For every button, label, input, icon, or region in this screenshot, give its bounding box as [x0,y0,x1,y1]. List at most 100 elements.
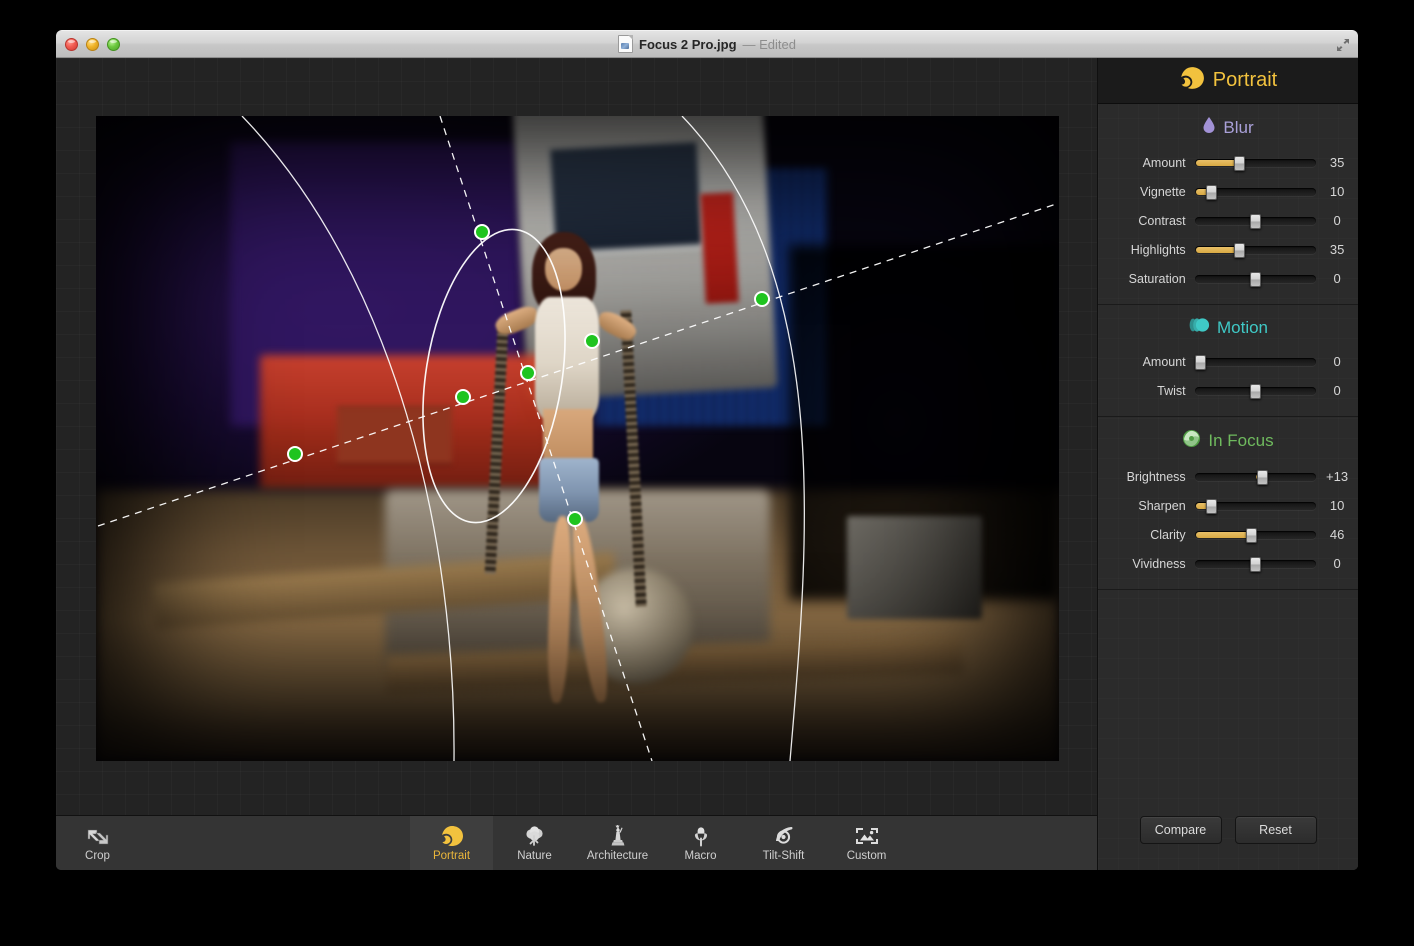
slider-label-motion-twist: Twist [1098,384,1195,398]
slider-fill [1196,532,1252,538]
application-window: Focus 2 Pro.jpg — Edited [56,30,1358,870]
photo-frame[interactable] [96,116,1059,761]
slider-label-blur-vignette: Vignette [1098,185,1195,199]
compare-button[interactable]: Compare [1140,816,1222,844]
slider-thumb[interactable] [1234,243,1245,258]
slider-thumb[interactable] [1206,499,1217,514]
traffic-light-group [65,38,120,51]
toolbar-item-architecture[interactable]: Architecture [576,816,659,870]
document-edited-label: — Edited [743,37,796,52]
flower-icon [689,825,713,847]
toolbar-item-macro[interactable]: Macro [659,816,742,870]
slider-row-focus-brightness: Brightness +13 [1098,462,1358,491]
slider-row-blur-highlights: Highlights 35 [1098,235,1358,264]
slider-row-focus-sharpen: Sharpen 10 [1098,491,1358,520]
slider-value-blur-saturation: 0 [1316,271,1358,286]
group-header-in-focus: In Focus [1098,429,1358,453]
group-title-in-focus: In Focus [1208,431,1273,451]
slider-thumb[interactable] [1257,470,1268,485]
toolbar-left-gap [139,816,410,870]
motion-circle-icon [1188,317,1210,338]
slider-value-focus-sharpen: 10 [1316,498,1358,513]
slider-blur-vignette[interactable] [1195,188,1317,196]
slider-blur-amount[interactable] [1195,159,1317,167]
slider-row-focus-clarity: Clarity 46 [1098,520,1358,549]
toolbar-item-crop[interactable]: Crop [56,816,139,870]
slider-value-motion-amount: 0 [1316,354,1358,369]
slider-value-blur-contrast: 0 [1316,213,1358,228]
document-icon [618,35,633,53]
aperture-icon [1182,429,1201,453]
toolbar-label-macro: Macro [685,850,717,862]
toolbar-item-custom[interactable]: Custom [825,816,908,870]
slider-value-blur-highlights: 35 [1316,242,1358,257]
slider-row-motion-twist: Twist 0 [1098,376,1358,405]
statue-icon [606,825,630,847]
slider-thumb[interactable] [1250,272,1261,287]
slider-thumb[interactable] [1250,557,1261,572]
zoom-button[interactable] [107,38,120,51]
slider-value-blur-vignette: 10 [1316,184,1358,199]
inspector-panel: Portrait Blur Amount 35 [1097,58,1358,870]
slider-focus-vividness[interactable] [1195,560,1317,568]
slider-row-blur-saturation: Saturation 0 [1098,264,1358,293]
inspector-title: Portrait [1213,69,1277,92]
slider-thumb[interactable] [1250,384,1261,399]
slider-blur-contrast[interactable] [1195,217,1317,225]
slider-label-blur-amount: Amount [1098,156,1195,170]
editor-canvas[interactable] [56,58,1098,816]
slider-fill [1196,247,1239,253]
group-header-motion: Motion [1098,317,1358,338]
inspector-header: Portrait [1098,58,1358,104]
toolbar-item-tilt-shift[interactable]: Tilt-Shift [742,816,825,870]
slider-focus-sharpen[interactable] [1195,502,1317,510]
slider-value-focus-clarity: 46 [1316,527,1358,542]
toolbar-label-architecture: Architecture [587,850,648,862]
slider-value-focus-brightness: +13 [1316,469,1358,484]
slider-label-blur-saturation: Saturation [1098,272,1195,286]
inspector-group-in-focus: In Focus Brightness +13 Sharpen 10 Clari… [1098,417,1358,590]
slider-thumb[interactable] [1195,355,1206,370]
slider-blur-saturation[interactable] [1195,275,1317,283]
fullscreen-expand-icon[interactable] [1334,36,1352,54]
reset-button[interactable]: Reset [1235,816,1317,844]
group-title-blur: Blur [1223,118,1253,138]
toolbar-label-nature: Nature [517,850,552,862]
crop-arrows-icon [85,825,111,847]
toolbar-label-portrait: Portrait [433,850,470,862]
inspector-group-motion: Motion Amount 0 Twist 0 [1098,305,1358,417]
window-body: Crop Portrait [56,58,1358,870]
close-button[interactable] [65,38,78,51]
slider-thumb[interactable] [1234,156,1245,171]
slider-row-blur-contrast: Contrast 0 [1098,206,1358,235]
minimize-button[interactable] [86,38,99,51]
portrait-head-icon [1179,66,1205,95]
slider-label-focus-clarity: Clarity [1098,528,1195,542]
slider-row-blur-amount: Amount 35 [1098,148,1358,177]
slider-focus-clarity[interactable] [1195,531,1317,539]
slider-motion-twist[interactable] [1195,387,1317,395]
slider-value-motion-twist: 0 [1316,383,1358,398]
slider-value-blur-amount: 35 [1316,155,1358,170]
inspector-spacer [1098,590,1358,816]
slider-row-focus-vividness: Vividness 0 [1098,549,1358,578]
slider-thumb[interactable] [1246,528,1257,543]
custom-frame-icon [854,825,880,847]
slider-motion-amount[interactable] [1195,358,1317,366]
water-drop-icon [1202,116,1216,139]
tilt-shift-icon [771,825,797,847]
window-title: Focus 2 Pro.jpg — Edited [618,35,796,53]
slider-thumb[interactable] [1206,185,1217,200]
toolbar-label-custom: Custom [847,850,887,862]
slider-label-blur-highlights: Highlights [1098,243,1195,257]
slider-thumb[interactable] [1250,214,1261,229]
slider-focus-brightness[interactable] [1195,473,1317,481]
portrait-head-icon [440,825,464,847]
slider-blur-highlights[interactable] [1195,246,1317,254]
document-title: Focus 2 Pro.jpg [639,37,737,52]
tree-icon [522,825,548,847]
slider-label-focus-brightness: Brightness [1098,470,1195,484]
toolbar-item-portrait[interactable]: Portrait [410,816,493,870]
toolbar-item-nature[interactable]: Nature [493,816,576,870]
slider-label-motion-amount: Amount [1098,355,1195,369]
